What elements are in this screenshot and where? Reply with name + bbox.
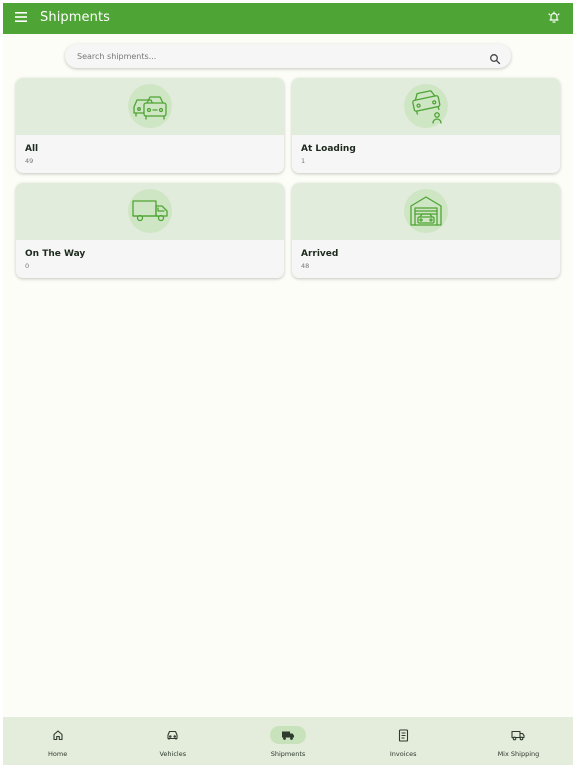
nav-item-vehicles[interactable]: Vehicles: [115, 717, 230, 768]
garage-car-icon: [404, 189, 448, 233]
car-loading-icon: [404, 84, 448, 128]
home-icon: [40, 726, 76, 744]
menu-icon[interactable]: [11, 7, 31, 27]
card-count: 49: [25, 157, 34, 165]
cars-icon: [128, 84, 172, 128]
shipment-card-arrived[interactable]: Arrived 48: [292, 183, 560, 278]
car-icon: [155, 726, 191, 744]
app-bar: Shipments: [0, 0, 576, 34]
truck-icon: [270, 726, 306, 744]
truck-icon: [128, 189, 172, 233]
nav-item-invoices[interactable]: Invoices: [346, 717, 461, 768]
nav-item-home[interactable]: Home: [0, 717, 115, 768]
card-label: At Loading: [301, 144, 356, 154]
shipment-card-at-loading[interactable]: At Loading 1: [292, 78, 560, 173]
shipment-card-on-the-way[interactable]: On The Way 0: [16, 183, 284, 278]
page-title: Shipments: [40, 9, 111, 25]
card-label: On The Way: [25, 249, 86, 259]
card-label: All: [25, 144, 39, 154]
bottom-navigation: Home Vehicles Shipments Invoices Mix Shi…: [0, 717, 576, 768]
card-label: Arrived: [301, 249, 339, 259]
nav-item-shipments[interactable]: Shipments: [230, 717, 345, 768]
card-count: 1: [301, 157, 306, 165]
nav-label: Home: [48, 750, 68, 758]
search-bar: [65, 44, 511, 68]
card-count: 48: [301, 262, 310, 270]
search-icon[interactable]: [489, 50, 501, 65]
truck-outline-icon: [500, 726, 536, 744]
shipment-card-all[interactable]: All 49: [16, 78, 284, 173]
nav-label: Shipments: [270, 750, 306, 758]
nav-label: Invoices: [389, 750, 417, 758]
notification-bell-icon[interactable]: [544, 7, 564, 27]
invoice-icon: [385, 726, 421, 744]
search-input[interactable]: [75, 50, 489, 62]
nav-item-mix-shipping[interactable]: Mix Shipping: [461, 717, 576, 768]
card-count: 0: [25, 262, 30, 270]
nav-label: Vehicles: [159, 750, 187, 758]
nav-label: Mix Shipping: [497, 750, 540, 758]
